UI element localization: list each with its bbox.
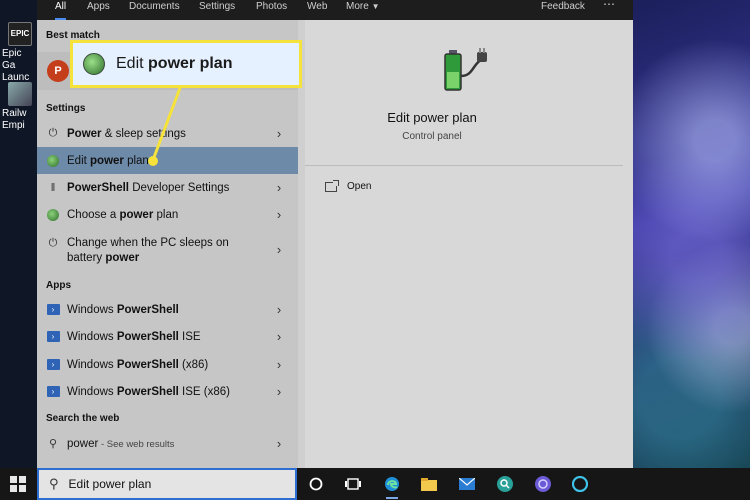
app-icon[interactable] [535,476,551,492]
result-choose-a-power-plan[interactable]: Choose a power plan › [37,201,298,228]
powershell-ise-icon: › [46,385,60,399]
chevron-right-icon[interactable]: › [272,207,286,222]
taskbar: ⚲ [0,468,750,500]
taskbar-search-box[interactable]: ⚲ [37,468,297,500]
desktop-wallpaper [633,0,750,468]
leaf-icon [46,208,60,222]
result-power-sleep-settings[interactable]: ⏻ Power & sleep settings › [37,120,298,147]
cortana-icon[interactable] [308,476,324,492]
task-view-icon[interactable] [345,476,361,492]
section-apps: Apps [46,280,71,291]
result-windows-powershell-ise[interactable]: › Windows PowerShell ISE › [37,323,298,350]
callout-edit-power-plan: Edit power plan [70,40,302,88]
desktop-icon-epic-games[interactable]: EPIC Epic Ga Launc [0,22,37,84]
powershell-ise-icon: › [46,330,60,344]
chevron-right-icon[interactable]: › [272,436,286,451]
powerpoint-icon: P [47,60,69,82]
tab-photos[interactable]: Photos [256,0,287,20]
result-powershell-developer-settings[interactable]: ‖ PowerShell Developer Settings › [37,174,298,201]
leaf-icon [83,53,105,75]
tab-web[interactable]: Web [307,0,327,20]
ellipsis-icon[interactable]: ⋯ [603,0,615,20]
section-settings: Settings [46,103,86,114]
search-tabs-bar: All Apps Documents Settings Photos Web M… [37,0,633,20]
result-web-search-power[interactable]: ⚲ power - See web results › [37,430,298,457]
desktop-icon-label: Epic Ga Launc [2,48,30,83]
alexa-icon[interactable] [572,476,588,492]
chevron-right-icon[interactable]: › [272,180,286,195]
tab-settings[interactable]: Settings [199,0,235,20]
result-windows-powershell-ise-x86[interactable]: › Windows PowerShell ISE (x86) › [37,378,298,405]
section-search-the-web: Search the web [46,413,120,424]
tab-apps[interactable]: Apps [87,0,110,20]
epic-games-icon: EPIC [8,22,32,46]
open-label: Open [347,181,372,192]
chevron-right-icon[interactable]: › [272,357,286,372]
result-windows-powershell[interactable]: › Windows PowerShell › [37,296,298,323]
open-icon [325,179,339,192]
search-app-icon[interactable] [497,476,513,492]
power-icon: ⏻ [48,236,58,249]
chevron-right-icon[interactable]: › [272,329,286,344]
detail-divider [305,165,623,166]
tab-documents[interactable]: Documents [129,0,180,20]
result-change-when-pc-sleeps[interactable]: ⏻ Change when the PC sleeps on battery po… [37,232,298,268]
chevron-down-icon: ▼ [371,2,380,11]
chevron-right-icon[interactable]: › [272,302,286,317]
chevron-right-icon[interactable]: › [272,384,286,399]
search-icon: ⚲ [49,476,59,491]
search-input[interactable] [68,477,269,491]
result-windows-powershell-x86[interactable]: › Windows PowerShell (x86) › [37,351,298,378]
powershell-icon: › [46,358,60,372]
file-explorer-icon[interactable] [421,476,437,492]
railway-empire-icon [8,82,32,106]
feedback-link[interactable]: Feedback [541,0,585,20]
search-icon: ⚲ [48,438,58,450]
tab-all[interactable]: All [55,0,67,20]
developer-icon: ‖ [50,181,56,194]
windows-start-icon[interactable] [10,476,26,492]
tab-more[interactable]: More ▼ [346,0,380,20]
detail-title: Edit power plan [387,110,477,125]
result-edit-power-plan[interactable]: Edit power plan [37,147,298,174]
edge-icon[interactable] [384,476,400,499]
powershell-icon: › [46,303,60,317]
tab-more-label: More [346,1,369,12]
leaf-icon [46,154,60,168]
detail-subtitle: Control panel [402,131,462,142]
desktop-icon-railway-empire[interactable]: Railw Empi [0,82,37,132]
mail-icon[interactable] [459,476,475,492]
desktop-icon-label: Railw Empi [2,108,27,131]
battery-power-icon [444,48,487,91]
open-action[interactable]: Open [325,179,372,192]
power-icon: ⏻ [48,127,58,139]
chevron-right-icon[interactable]: › [272,242,286,257]
